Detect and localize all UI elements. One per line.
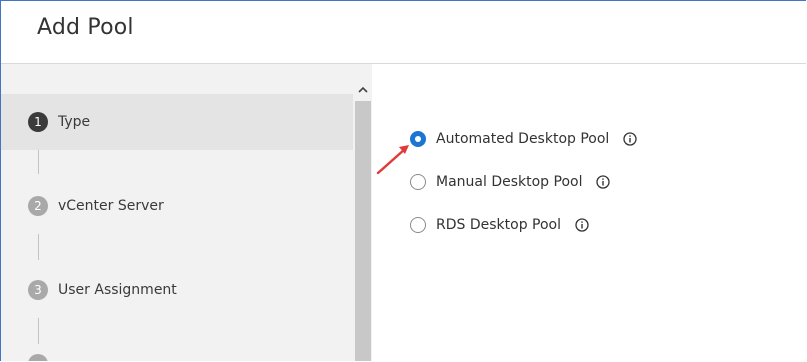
add-pool-dialog: Add Pool 1 Type 2 vCenter Server 3 User … xyxy=(0,0,806,361)
red-arrow-icon xyxy=(376,145,409,175)
